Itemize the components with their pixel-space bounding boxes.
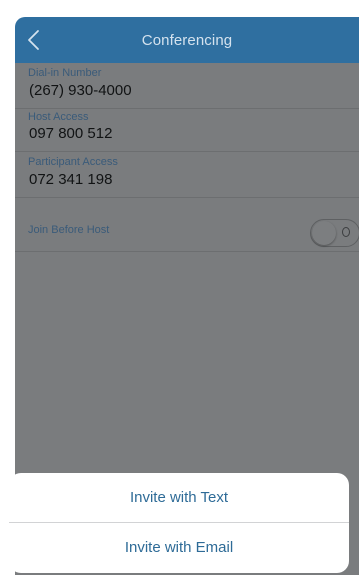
page-title: Conferencing (141, 32, 233, 49)
host-access-value: 097 800 512 (29, 125, 113, 142)
host-access-row[interactable]: Host Access 097 800 512 (15, 109, 359, 152)
navigation-bar: Conferencing (15, 17, 359, 63)
dial-in-number-row[interactable]: Dial-in Number (267) 930-4000 (15, 63, 359, 109)
participant-access-label: Participant Access (28, 156, 118, 168)
join-before-host-label: Join Before Host (28, 224, 110, 236)
participant-access-row[interactable]: Participant Access 072 341 198 (15, 152, 359, 198)
toggle-off-icon (342, 227, 350, 237)
invite-with-text-button[interactable]: Invite with Text (9, 473, 349, 523)
dial-in-number-label: Dial-in Number (28, 67, 102, 79)
join-before-host-toggle[interactable] (310, 219, 359, 247)
toggle-knob (312, 221, 336, 245)
invite-action-sheet: Invite with Text Invite with Email (9, 473, 349, 573)
dial-in-number-value: (267) 930-4000 (29, 82, 132, 99)
invite-with-email-button[interactable]: Invite with Email (9, 523, 349, 573)
join-before-host-row: Join Before Host (15, 198, 359, 252)
host-access-label: Host Access (28, 111, 89, 123)
participant-access-value: 072 341 198 (29, 171, 113, 188)
